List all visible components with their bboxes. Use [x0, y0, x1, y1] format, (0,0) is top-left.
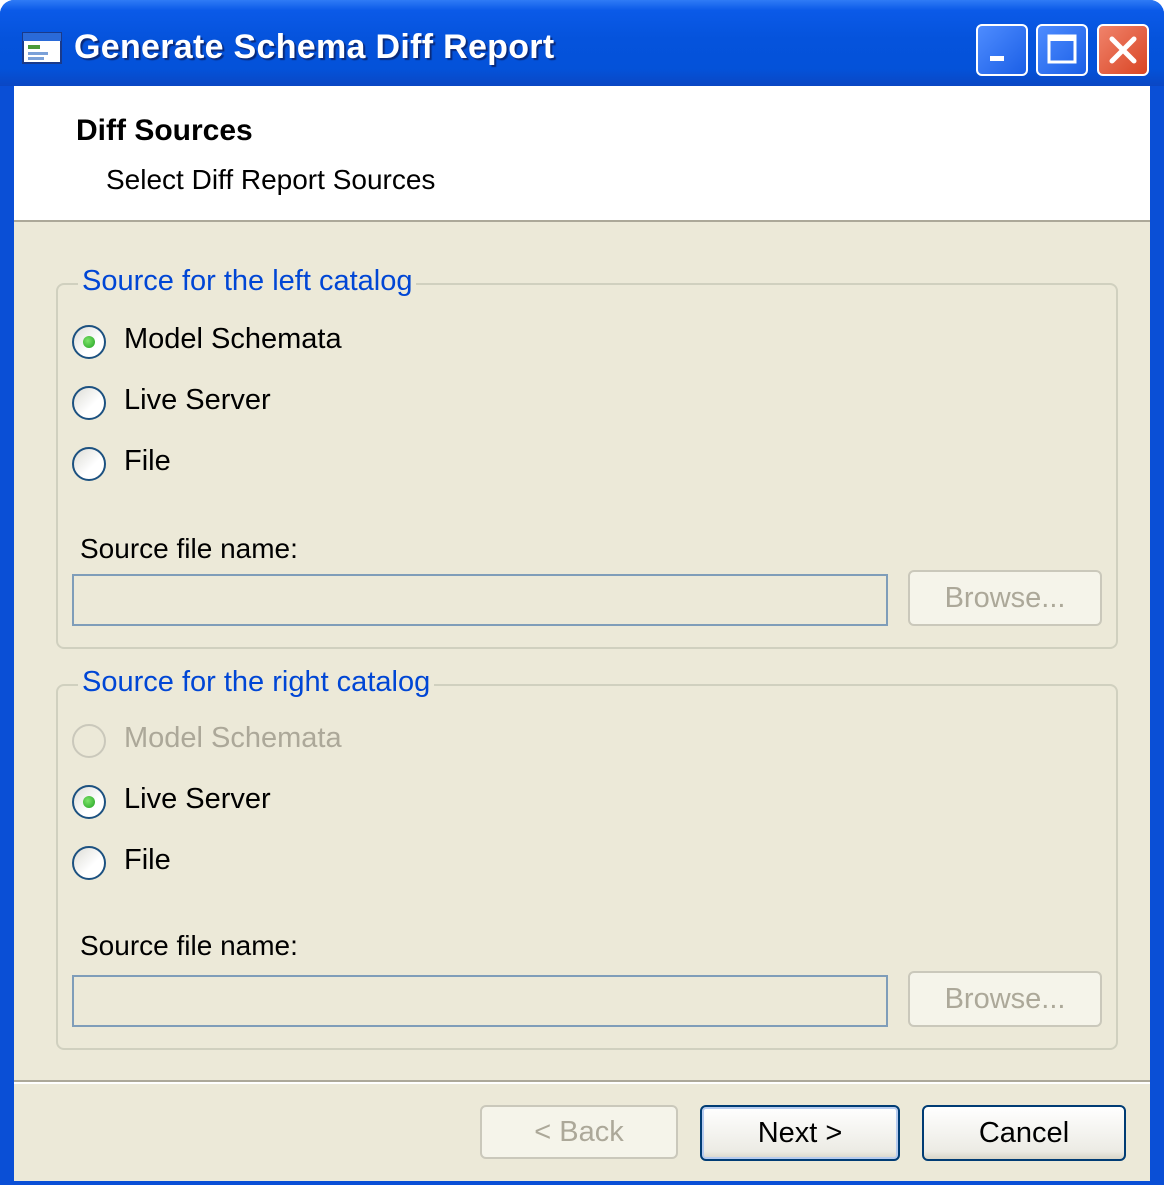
minimize-icon	[990, 56, 1004, 61]
title-bar[interactable]: Generate Schema Diff Report	[0, 0, 1164, 86]
window-title: Generate Schema Diff Report	[74, 28, 555, 66]
page-subtitle: Select Diff Report Sources	[106, 164, 436, 195]
right-source-file-input[interactable]	[72, 975, 888, 1027]
right-catalog-legend: Source for the right catalog	[78, 666, 435, 699]
left-catalog-legend: Source for the left catalog	[78, 265, 417, 298]
page-title: Diff Sources	[76, 114, 253, 147]
radio-selected-dot	[83, 336, 95, 348]
cancel-button[interactable]: Cancel	[922, 1105, 1126, 1161]
right-catalog-group: Source for the right catalog Model Schem…	[56, 666, 1118, 1050]
radio-selected-dot	[83, 796, 95, 808]
next-button[interactable]: Next >	[700, 1105, 900, 1161]
radio-circle[interactable]	[72, 447, 106, 481]
radio-circle[interactable]	[72, 724, 106, 758]
radio-circle[interactable]	[72, 386, 106, 420]
left-source-file-input[interactable]	[72, 574, 888, 626]
minimize-button[interactable]	[976, 24, 1028, 76]
maximize-icon	[1047, 34, 1077, 64]
radio-circle[interactable]	[72, 846, 106, 880]
radio-label[interactable]: Model Schemata	[124, 722, 342, 755]
dialog-window: Generate Schema Diff Report Diff Sources…	[0, 0, 1164, 1185]
right-source-file-label: Source file name:	[80, 930, 298, 961]
maximize-button[interactable]	[1036, 24, 1088, 76]
app-window-icon	[22, 32, 62, 64]
left-source-file-label: Source file name:	[80, 533, 298, 564]
close-button[interactable]	[1097, 24, 1149, 76]
dialog-body: Diff Sources Select Diff Report Sources …	[14, 86, 1150, 1181]
radio-label[interactable]: Live Server	[124, 384, 271, 417]
back-button[interactable]: < Back	[480, 1105, 678, 1159]
close-icon	[1109, 36, 1137, 64]
left-browse-button[interactable]: Browse...	[908, 570, 1102, 626]
left-catalog-group: Source for the left catalog Model Schema…	[56, 265, 1118, 649]
radio-label[interactable]: Live Server	[124, 783, 271, 816]
footer-separator	[14, 1080, 1150, 1084]
radio-circle[interactable]	[72, 785, 106, 819]
right-browse-button[interactable]: Browse...	[908, 971, 1102, 1027]
wizard-header: Diff Sources Select Diff Report Sources	[14, 86, 1150, 222]
radio-label[interactable]: File	[124, 844, 171, 877]
radio-circle[interactable]	[72, 325, 106, 359]
radio-label[interactable]: Model Schemata	[124, 323, 342, 356]
radio-label[interactable]: File	[124, 445, 171, 478]
